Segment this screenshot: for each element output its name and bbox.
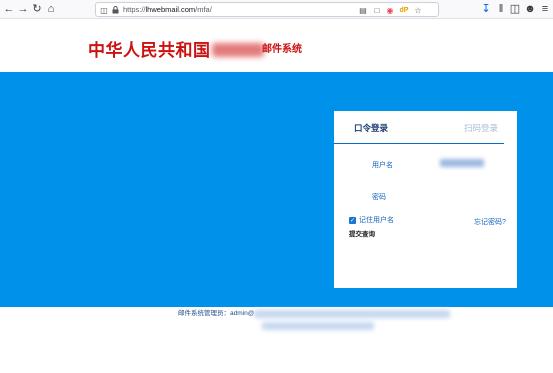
download-icon[interactable]: ↧ — [479, 2, 493, 16]
bookmark-star-icon[interactable]: ☆ — [413, 4, 423, 16]
reload-icon[interactable]: ↻ — [30, 2, 44, 16]
dp-extension-icon[interactable]: dP — [399, 4, 409, 16]
url-path: /mfa/ — [195, 5, 212, 14]
account-icon[interactable]: ☻ — [523, 2, 537, 16]
url-scheme: https:// — [123, 5, 146, 14]
tab-qr-login[interactable]: 扫码登录 — [464, 123, 498, 133]
lock-icon[interactable] — [110, 4, 120, 16]
username-input[interactable] — [440, 159, 484, 167]
footer-redacted-line-2 — [262, 322, 374, 330]
redacted-org-name — [211, 43, 264, 57]
sidebar-icon[interactable]: ◫ — [508, 2, 522, 16]
login-card: 口令登录 扫码登录 用户名 密码 ✓ 记住用户名 忘记密码? 提交查询 — [334, 111, 517, 288]
reader-view-icon[interactable]: ▤ — [358, 4, 368, 16]
remember-checkbox[interactable]: ✓ — [349, 217, 356, 224]
submit-button[interactable]: 提交查询 — [349, 231, 375, 239]
footer-redacted-line-1 — [254, 310, 450, 318]
password-label: 密码 — [372, 194, 386, 201]
forgot-password-link[interactable]: 忘记密码? — [474, 218, 506, 227]
forward-icon[interactable]: → — [16, 2, 30, 16]
system-subtitle: 邮件系统 — [262, 44, 302, 55]
menu-icon[interactable]: ≡ — [538, 2, 552, 16]
home-icon[interactable]: ⌂ — [44, 2, 58, 16]
address-bar[interactable]: ◫ https://lhwebmail.com/mfa/ ▤ □ ◉ dP ☆ — [95, 2, 439, 17]
shield-icon[interactable]: ◫ — [99, 4, 109, 16]
pocket-icon[interactable]: ◉ — [385, 4, 395, 16]
back-icon[interactable]: ← — [2, 2, 16, 16]
brand-title: 中华人民共和国 — [88, 36, 265, 61]
password-input[interactable] — [404, 191, 494, 203]
remember-label[interactable]: 记住用户名 — [359, 216, 394, 225]
tab-underline — [334, 143, 504, 144]
footer-admin-text: 邮件系统管理员：admin@ — [178, 310, 255, 317]
url-text[interactable]: https://lhwebmail.com/mfa/ — [123, 4, 212, 16]
library-icon[interactable]: ‖ — [494, 2, 508, 16]
extension-icon[interactable]: □ — [372, 4, 382, 16]
tab-password-login[interactable]: 口令登录 — [354, 123, 388, 133]
url-host: lhwebmail.com — [145, 5, 196, 14]
username-label: 用户名 — [372, 162, 393, 169]
brand-title-text: 中华人民共和国 — [88, 41, 211, 61]
browser-toolbar: ← → ↻ ⌂ ◫ https://lhwebmail.com/mfa/ ▤ □… — [0, 0, 553, 19]
